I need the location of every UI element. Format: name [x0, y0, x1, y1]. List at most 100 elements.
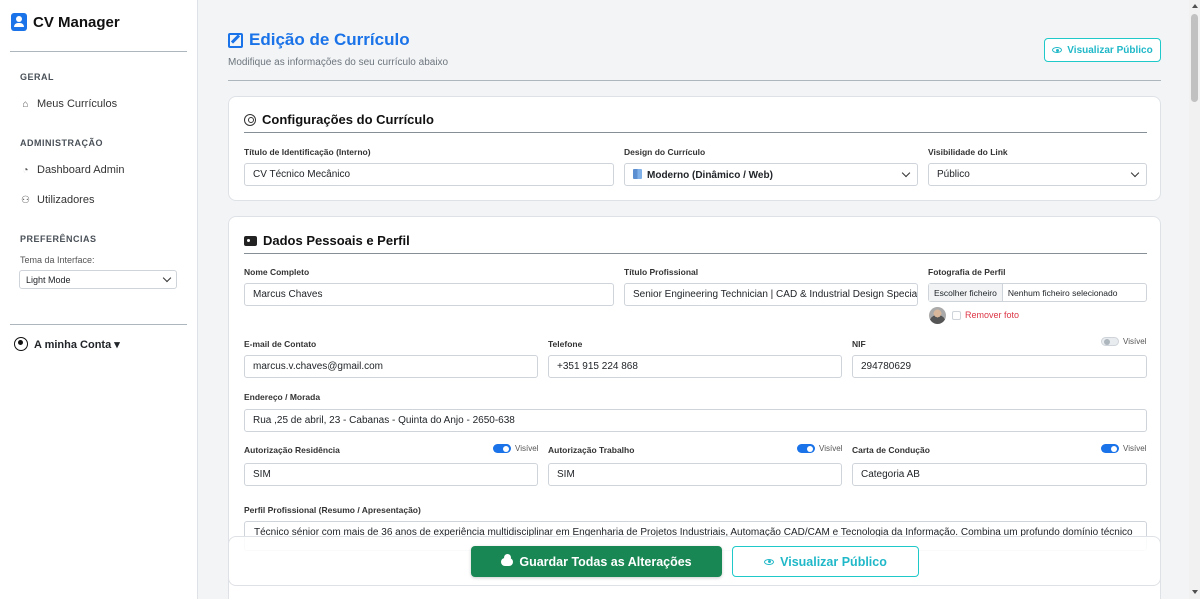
nif-field[interactable]: 294780629: [852, 355, 1147, 378]
residencia-visible-toggle[interactable]: Visível: [493, 444, 538, 453]
visible-label: Visível: [819, 444, 843, 453]
scroll-down-icon[interactable]: [1192, 590, 1198, 594]
carta-label: Carta de Condução: [852, 445, 930, 455]
theme-label: Tema da Interface:: [20, 255, 95, 265]
visibilidade-label: Visibilidade do Link: [928, 147, 1008, 157]
account-menu[interactable]: A minha Conta ▾: [14, 337, 120, 351]
carta-visible-toggle[interactable]: Visível: [1101, 444, 1146, 453]
visibilidade-value: Público: [937, 169, 970, 180]
titulo-input[interactable]: CV Técnico Mecânico: [244, 163, 614, 186]
main-content: Edição de Currículo Modifique as informa…: [199, 0, 1189, 599]
email-field[interactable]: marcus.v.chaves@gmail.com: [244, 355, 538, 378]
theme-select-value: Light Mode: [26, 274, 71, 285]
config-card: Configurações do Currículo Título de Ide…: [228, 96, 1161, 201]
toggle-switch[interactable]: [1101, 337, 1119, 346]
trabalho-field[interactable]: SIM: [548, 463, 842, 486]
morada-field[interactable]: Rua ,25 de abril, 23 - Cabanas - Quinta …: [244, 409, 1147, 432]
page-title-text: Edição de Currículo: [249, 30, 410, 49]
card-divider: [244, 132, 1147, 133]
sidebar: CV Manager GERAL ⌂ Meus Currículos ADMIN…: [0, 0, 198, 599]
section-geral: GERAL: [20, 72, 54, 82]
titulo-profissional-label: Título Profissional: [624, 267, 699, 277]
eye-icon: [1052, 47, 1063, 53]
carta-value: Categoria AB: [861, 469, 920, 480]
scroll-up-icon[interactable]: [1192, 4, 1198, 8]
scroll-thumb[interactable]: [1191, 14, 1198, 102]
sidebar-item-utilizadores[interactable]: ⚇ Utilizadores: [20, 194, 94, 206]
brand[interactable]: CV Manager: [11, 13, 120, 31]
morada-value: Rua ,25 de abril, 23 - Cabanas - Quinta …: [253, 415, 515, 426]
email-label: E-mail de Contato: [244, 339, 317, 349]
sidebar-item-label: Utilizadores: [37, 194, 95, 206]
toggle-switch[interactable]: [493, 444, 511, 453]
account-label: A minha Conta ▾: [34, 338, 120, 351]
sidebar-item-label: Dashboard Admin: [37, 164, 125, 176]
telefone-label: Telefone: [548, 339, 583, 349]
profile-photo-thumbnail: [929, 307, 946, 324]
gear-icon: [244, 113, 256, 126]
id-badge-icon: [11, 13, 27, 31]
checkbox[interactable]: [952, 310, 961, 320]
save-label: Guardar Todas as Alterações: [519, 554, 692, 569]
residencia-label: Autorização Residência: [244, 445, 340, 455]
remove-photo-checkbox[interactable]: Remover foto: [952, 310, 1019, 320]
design-select[interactable]: Moderno (Dinâmico / Web): [624, 163, 918, 186]
speedometer-icon: ◔: [22, 164, 29, 176]
titulo-profissional-input[interactable]: Senior Engineering Technician | CAD & In…: [624, 283, 918, 306]
toggle-switch[interactable]: [1101, 444, 1119, 453]
theme-select[interactable]: Light Mode: [19, 270, 177, 289]
app-title: CV Manager: [33, 13, 120, 31]
nif-visible-toggle[interactable]: Visível: [1101, 337, 1146, 346]
nome-value: Marcus Chaves: [253, 289, 323, 300]
save-all-button[interactable]: Guardar Todas as Alterações: [471, 546, 722, 577]
page-scrollbar[interactable]: [1189, 0, 1200, 599]
remove-photo-label: Remover foto: [965, 310, 1020, 320]
view-public-label: Visualizar Público: [1067, 44, 1153, 56]
trabalho-visible-toggle[interactable]: Visível: [797, 444, 842, 453]
header-divider: [228, 80, 1161, 81]
page-title: Edição de Currículo: [228, 30, 410, 50]
residencia-field[interactable]: SIM: [244, 463, 538, 486]
user-circle-icon: [14, 337, 28, 351]
file-name: Nenhum ficheiro selecionado: [1007, 287, 1118, 298]
chevron-down-icon: [162, 273, 172, 283]
sidebar-divider: [10, 51, 187, 52]
view-public-button[interactable]: Visualizar Público: [732, 546, 919, 577]
choose-file-button[interactable]: Escolher ficheiro: [929, 284, 1003, 301]
sidebar-item-label: Meus Currículos: [37, 98, 118, 110]
email-value: marcus.v.chaves@gmail.com: [253, 361, 383, 372]
perfil-label: Perfil Profissional (Resumo / Apresentaç…: [244, 505, 421, 515]
visibilidade-select[interactable]: Público: [928, 163, 1147, 186]
nome-input[interactable]: Marcus Chaves: [244, 283, 614, 306]
section-admin: ADMINISTRAÇÃO: [20, 138, 103, 148]
telefone-field[interactable]: +351 915 224 868: [548, 355, 842, 378]
sidebar-item-dashboard-admin[interactable]: ◔ Dashboard Admin: [20, 164, 124, 176]
residencia-value: SIM: [253, 469, 271, 480]
visible-label: Visível: [1123, 444, 1147, 453]
card-divider: [244, 253, 1147, 254]
foto-label: Fotografia de Perfil: [928, 267, 1006, 277]
page-subtitle: Modifique as informações do seu currícul…: [228, 57, 449, 68]
chevron-down-icon: [901, 168, 911, 178]
toggle-switch[interactable]: [797, 444, 815, 453]
visible-label: Visível: [515, 444, 539, 453]
design-value: Moderno (Dinâmico / Web): [647, 169, 773, 181]
titulo-profissional-value: Senior Engineering Technician | CAD & In…: [633, 289, 918, 300]
cloud-upload-icon: [501, 553, 514, 566]
design-label: Design do Currículo: [624, 147, 706, 157]
trabalho-value: SIM: [557, 469, 575, 480]
config-card-title: Configurações do Currículo: [244, 112, 434, 127]
carta-field[interactable]: Categoria AB: [852, 463, 1147, 486]
section-preferencias: PREFERÊNCIAS: [20, 234, 97, 244]
nome-label: Nome Completo: [244, 267, 310, 277]
view-label: Visualizar Público: [780, 554, 887, 569]
trabalho-label: Autorização Trabalho: [548, 445, 635, 455]
sidebar-item-meus-curriculos[interactable]: ⌂ Meus Currículos: [20, 98, 117, 110]
chevron-down-icon: [1130, 168, 1140, 178]
view-public-button-top[interactable]: Visualizar Público: [1044, 38, 1161, 62]
users-icon: ⚇: [21, 194, 30, 206]
telefone-value: +351 915 224 868: [557, 361, 638, 372]
home-icon: ⌂: [22, 98, 29, 110]
personal-title-text: Dados Pessoais e Perfil: [263, 233, 410, 248]
photo-file-input[interactable]: Escolher ficheiro Nenhum ficheiro seleci…: [928, 283, 1147, 302]
